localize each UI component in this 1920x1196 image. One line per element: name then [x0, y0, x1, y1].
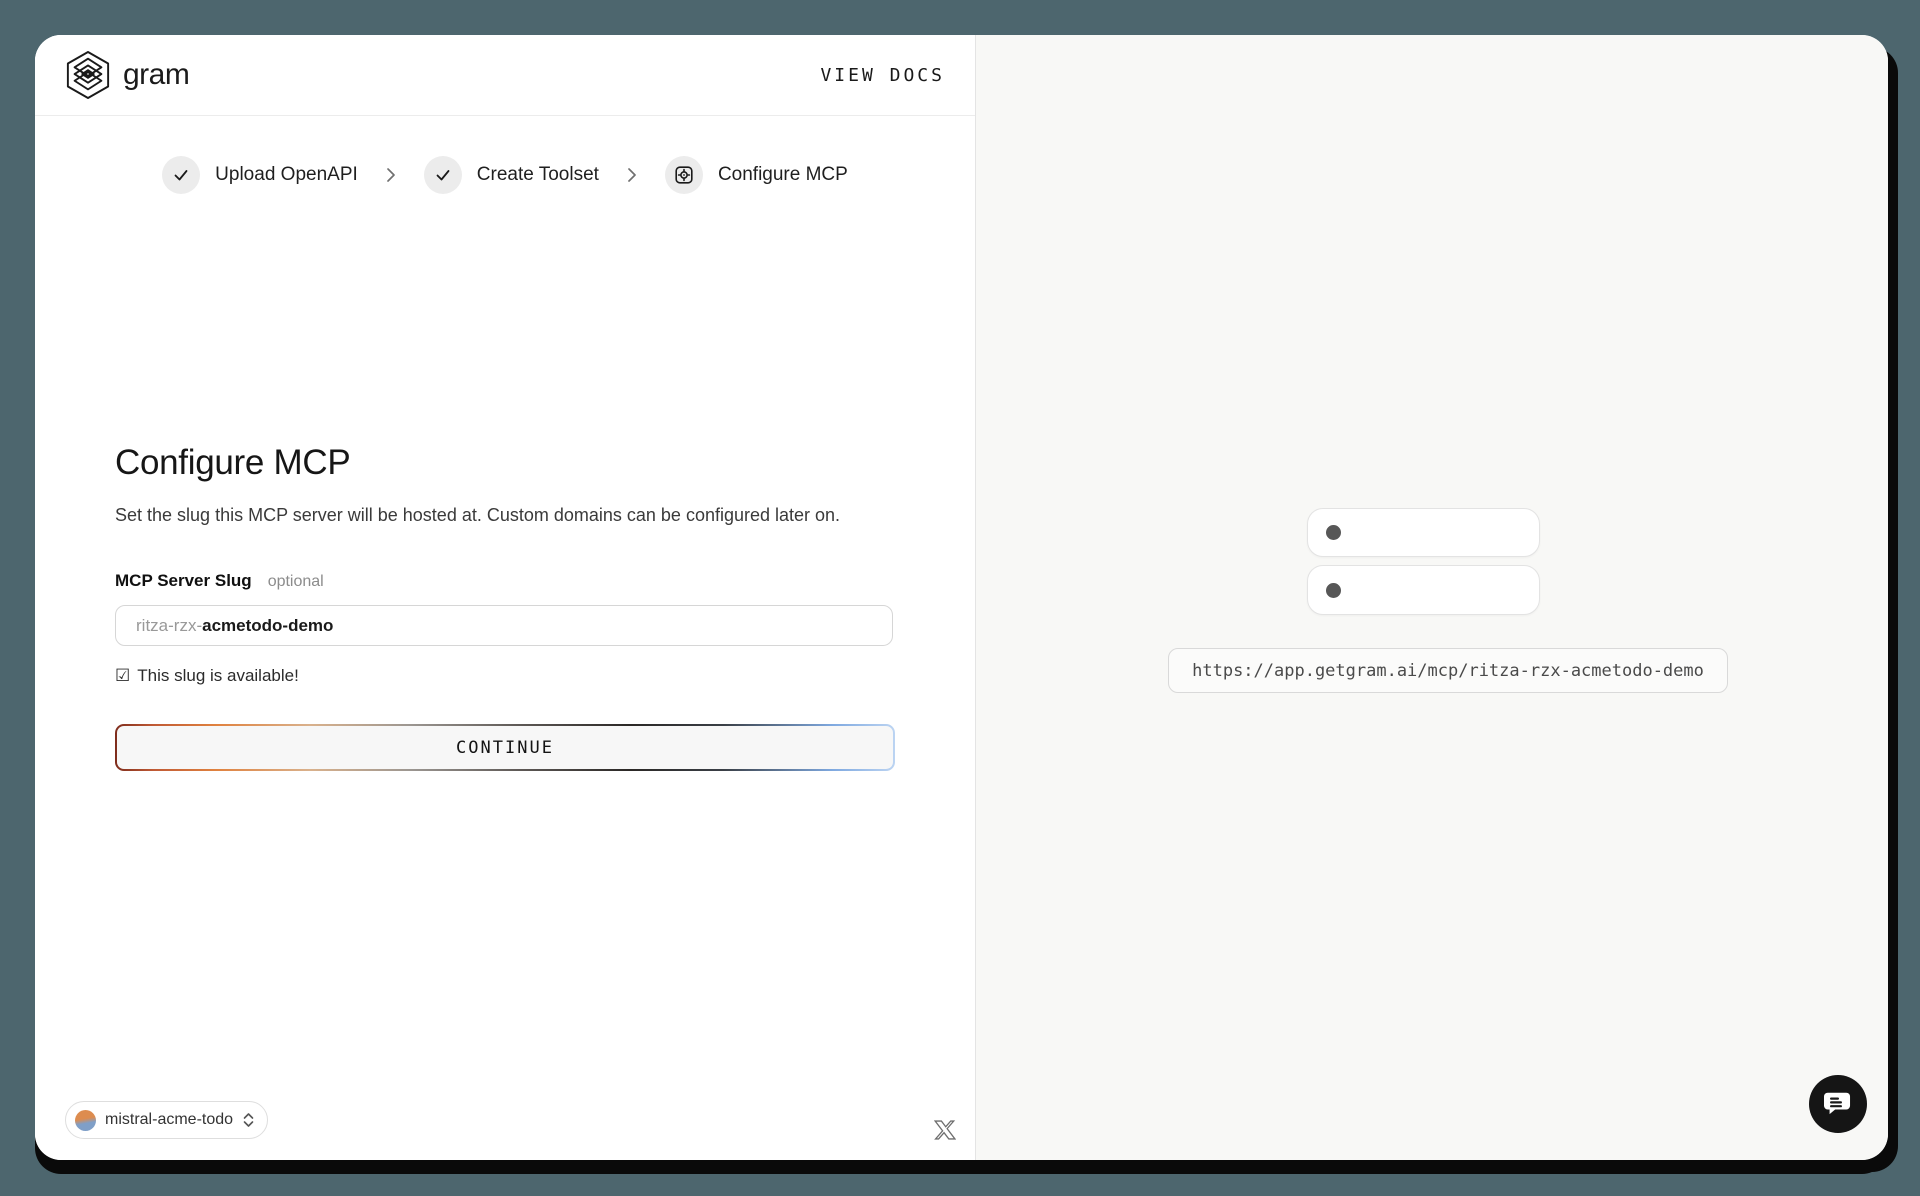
slug-available-status: ☑ This slug is available! — [115, 666, 299, 686]
mcp-url-preview: https://app.getgram.ai/mcp/ritza-rzx-acm… — [1168, 648, 1728, 693]
brand-name: gram — [123, 58, 189, 92]
slug-status-text: This slug is available! — [137, 666, 299, 686]
chevron-right-icon — [623, 167, 641, 183]
step-upload-openapi: Upload OpenAPI — [162, 156, 358, 194]
chat-widget-button[interactable] — [1809, 1075, 1867, 1133]
check-icon — [434, 166, 452, 184]
page-title: Configure MCP — [115, 443, 350, 483]
step-label: Create Toolset — [477, 164, 599, 186]
step-configure-mcp: Configure MCP — [665, 156, 848, 194]
left-panel: gram VIEW DOCS Upload OpenAPI Create Too… — [35, 35, 975, 1160]
slug-optional-label: optional — [268, 573, 324, 591]
project-selector[interactable]: mistral-acme-todo — [65, 1101, 268, 1139]
chat-bubble-placeholder-2 — [1307, 565, 1540, 615]
step-circle-done — [162, 156, 200, 194]
check-icon — [172, 166, 190, 184]
up-down-chevrons-icon — [242, 1111, 255, 1129]
main-card: gram VIEW DOCS Upload OpenAPI Create Too… — [35, 35, 1888, 1160]
app-background: { "app": { "brand": "gram", "view_docs_l… — [0, 0, 1920, 1196]
slug-prefix: ritza-rzx- — [136, 616, 202, 636]
slug-label: MCP Server Slug — [115, 571, 252, 591]
view-docs-link[interactable]: VIEW DOCS — [820, 65, 945, 86]
checkbox-checked-icon: ☑ — [115, 666, 130, 686]
chevron-right-icon — [382, 167, 400, 183]
project-selector-value: mistral-acme-todo — [105, 1111, 233, 1129]
step-circle-current — [665, 156, 703, 194]
chat-bubble-placeholder-1 — [1307, 508, 1540, 557]
mcp-slug-input[interactable]: ritza-rzx-acmetodo-demo — [115, 605, 893, 646]
right-panel: https://app.getgram.ai/mcp/ritza-rzx-acm… — [975, 35, 1888, 1160]
bubble-dot — [1326, 525, 1341, 540]
x-logo-icon — [934, 1119, 956, 1141]
page-subtitle: Set the slug this MCP server will be hos… — [115, 505, 840, 526]
step-label: Configure MCP — [718, 164, 848, 186]
step-label: Upload OpenAPI — [215, 164, 358, 186]
x-social-link[interactable] — [933, 1118, 957, 1142]
project-avatar — [75, 1110, 96, 1131]
speech-bubble-icon — [1823, 1089, 1853, 1119]
bubble-dot — [1326, 583, 1341, 598]
slug-value: acmetodo-demo — [202, 616, 333, 636]
slug-label-row: MCP Server Slug optional — [115, 571, 324, 591]
step-circle-done — [424, 156, 462, 194]
stepper: Upload OpenAPI Create Toolset — [35, 156, 975, 194]
header: gram VIEW DOCS — [35, 35, 975, 116]
gram-logo-icon — [65, 50, 111, 100]
step-create-toolset: Create Toolset — [424, 156, 599, 194]
continue-button-label: CONTINUE — [117, 726, 893, 769]
continue-button[interactable]: CONTINUE — [115, 724, 895, 771]
configure-gear-icon — [673, 164, 695, 186]
